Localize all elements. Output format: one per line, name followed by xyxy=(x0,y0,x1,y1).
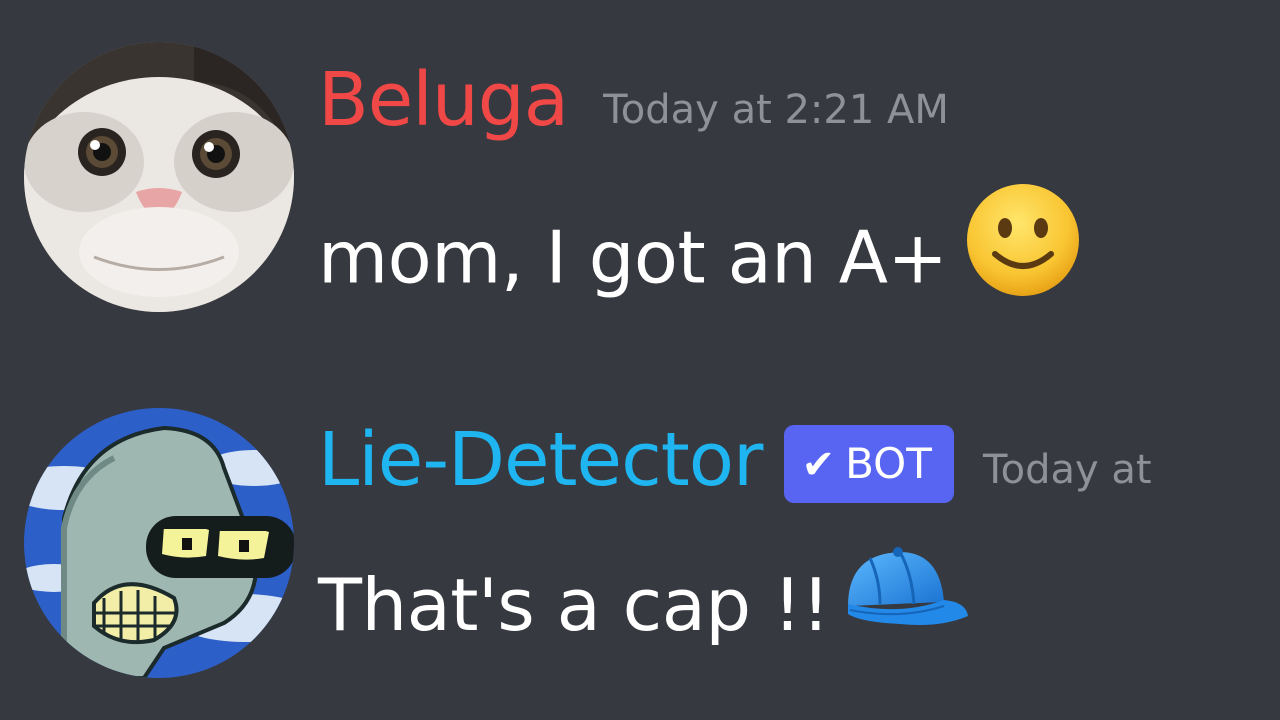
bot-badge: ✔ BOT xyxy=(783,425,954,503)
chat-window: Beluga Today at 2:21 AM mom, I got an A+ xyxy=(0,0,1280,720)
username[interactable]: Beluga xyxy=(318,57,569,143)
bender-avatar[interactable] xyxy=(24,408,294,678)
timestamp: Today at xyxy=(982,447,1152,493)
beluga-cat-avatar-image xyxy=(24,42,294,312)
message-header: Lie-Detector ✔ BOT Today at xyxy=(318,410,1152,510)
message-header: Beluga Today at 2:21 AM xyxy=(318,50,949,150)
message-content: mom, I got an A+ xyxy=(318,184,1081,336)
slightly-smiling-face-icon xyxy=(965,182,1081,328)
timestamp: Today at 2:21 AM xyxy=(603,87,949,133)
username[interactable]: Lie-Detector xyxy=(318,417,763,503)
beluga-avatar[interactable] xyxy=(24,42,294,312)
message-item: Beluga Today at 2:21 AM mom, I got an A+ xyxy=(0,0,1280,360)
bot-badge-label: BOT xyxy=(845,439,932,488)
message-text: mom, I got an A+ xyxy=(318,215,948,300)
message-item: Lie-Detector ✔ BOT Today at That's a cap … xyxy=(0,360,1280,720)
blue-cap-icon xyxy=(840,544,970,664)
bender-avatar-image xyxy=(24,408,294,678)
checkmark-icon: ✔ xyxy=(801,442,836,488)
message-text: That's a cap !! xyxy=(318,563,830,647)
message-content: That's a cap !! xyxy=(318,547,970,670)
